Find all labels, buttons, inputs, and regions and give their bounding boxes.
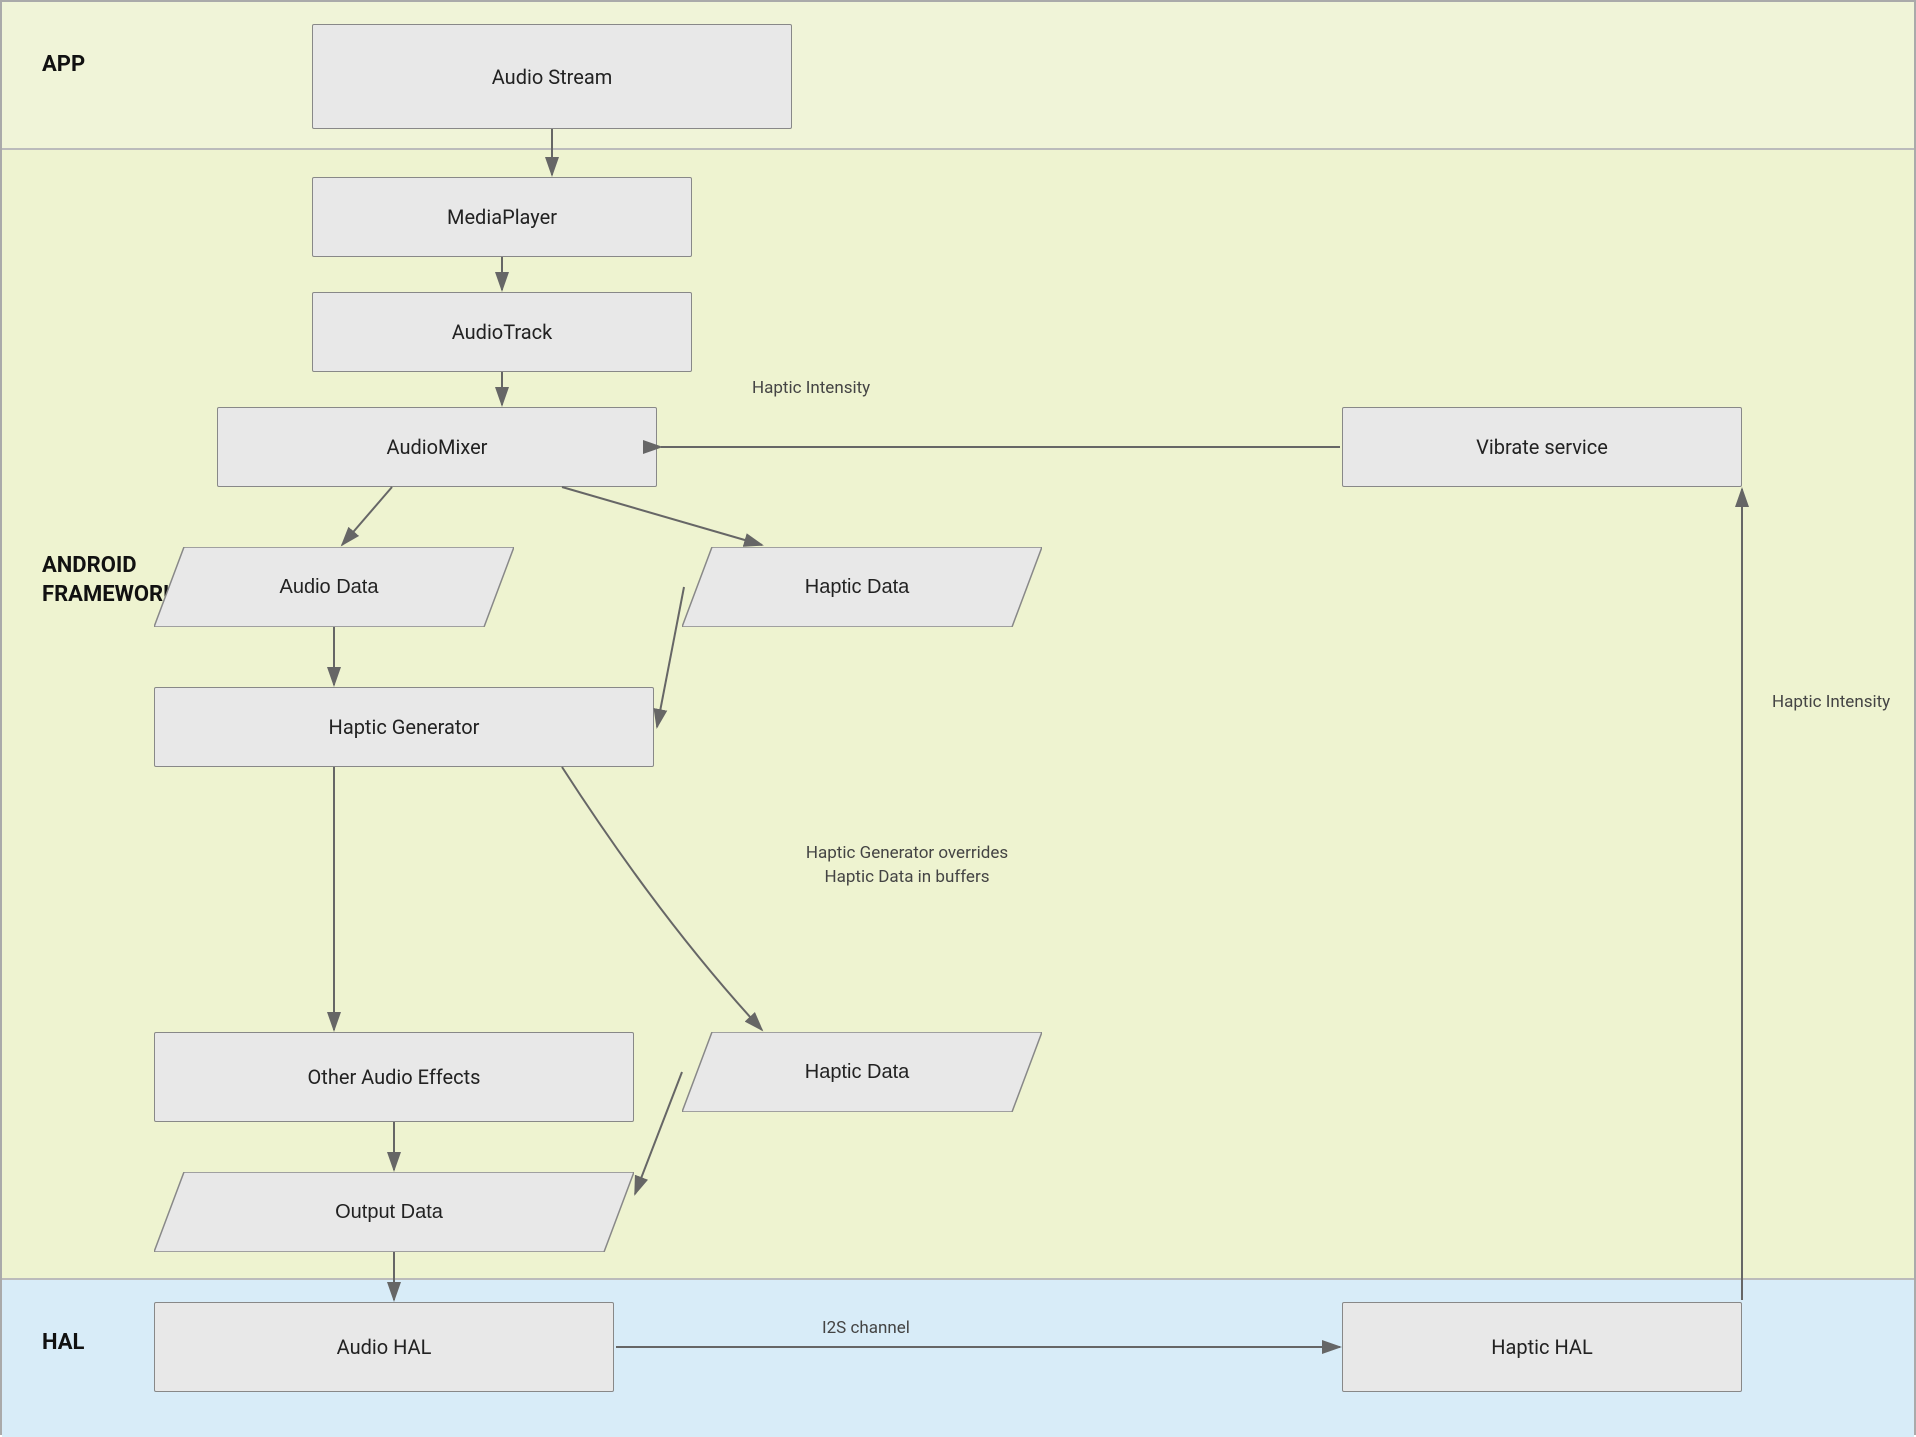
box-audio-data: Audio Data [154, 547, 514, 627]
box-audio-stream: Audio Stream [312, 24, 792, 129]
svg-text:Audio Data: Audio Data [280, 576, 380, 598]
box-audio-track: AudioTrack [312, 292, 692, 372]
box-output-data: Output Data [154, 1172, 634, 1252]
label-haptic-intensity-1: Haptic Intensity [752, 378, 870, 398]
box-haptic-data-1: Haptic Data [682, 547, 1042, 627]
box-vibrate-service: Vibrate service [1342, 407, 1742, 487]
label-app: APP [42, 52, 85, 77]
box-audio-hal: Audio HAL [154, 1302, 614, 1392]
box-haptic-hal: Haptic HAL [1342, 1302, 1742, 1392]
label-hal: HAL [42, 1330, 84, 1355]
diagram-container: APP ANDROIDFRAMEWORK HAL Audio Stream Me… [0, 0, 1916, 1435]
label-i2s-channel: I2S channel [822, 1318, 910, 1338]
box-media-player: MediaPlayer [312, 177, 692, 257]
box-audio-mixer: AudioMixer [217, 407, 657, 487]
svg-text:Haptic Data: Haptic Data [805, 1061, 910, 1083]
box-haptic-data-2: Haptic Data [682, 1032, 1042, 1112]
label-haptic-intensity-2: Haptic Intensity [1772, 692, 1890, 712]
box-other-audio-effects: Other Audio Effects [154, 1032, 634, 1122]
label-haptic-generator-overrides: Haptic Generator overridesHaptic Data in… [742, 842, 1072, 890]
box-haptic-generator: Haptic Generator [154, 687, 654, 767]
layer-app [2, 2, 1914, 150]
svg-text:Haptic Data: Haptic Data [805, 576, 910, 598]
svg-text:Output Data: Output Data [335, 1201, 444, 1223]
